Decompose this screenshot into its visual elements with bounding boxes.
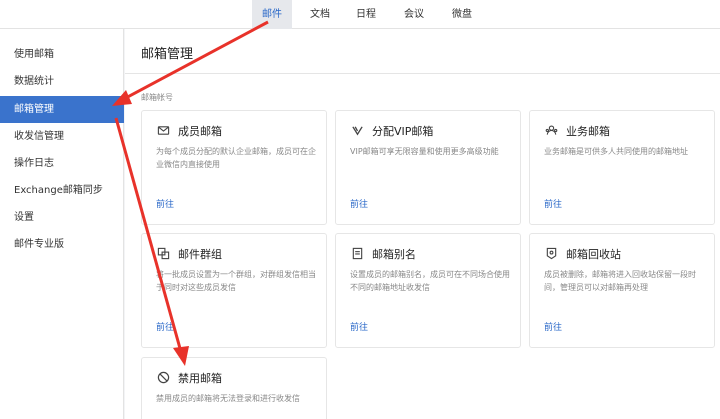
top-nav-bar: 邮件 文档 日程 会议 微盘 bbox=[0, 0, 720, 29]
vip-icon bbox=[350, 124, 364, 138]
card-desc: 为每个成员分配的默认企业邮箱，成员可在企业微信内直接使用 bbox=[156, 147, 316, 169]
sidebar-item-settings[interactable]: 设置 bbox=[0, 204, 124, 231]
card-link[interactable]: 前往 bbox=[350, 320, 368, 333]
card-mailbox-recycle-bin[interactable]: 邮箱回收站 成员被删除，邮箱将进入回收站保留一段时间，管理员可以对邮箱再处理 前… bbox=[529, 233, 715, 348]
card-link[interactable]: 前往 bbox=[156, 197, 174, 210]
tab-drive[interactable]: 微盘 bbox=[444, 0, 480, 29]
card-disable-mailbox[interactable]: 禁用邮箱 禁用成员的邮箱将无法登录和进行收发信 bbox=[141, 357, 327, 419]
sidebar: 使用邮箱 数据统计 邮箱管理 收发信管理 操作日志 Exchange邮箱同步 设… bbox=[0, 29, 124, 419]
card-title: 成员邮箱 bbox=[178, 125, 222, 138]
card-link[interactable]: 前往 bbox=[544, 320, 562, 333]
card-link[interactable]: 前往 bbox=[544, 197, 562, 210]
group-icon bbox=[544, 124, 558, 138]
divider bbox=[125, 73, 720, 74]
card-title: 邮箱回收站 bbox=[566, 248, 621, 261]
mail-group-icon bbox=[156, 247, 170, 261]
sidebar-item-statistics[interactable]: 数据统计 bbox=[0, 68, 124, 95]
card-link[interactable]: 前往 bbox=[350, 197, 368, 210]
card-desc: 业务邮箱是可供多人共同使用的邮箱地址 bbox=[544, 147, 688, 156]
card-title: 邮箱别名 bbox=[372, 248, 416, 261]
sidebar-item-operation-log[interactable]: 操作日志 bbox=[0, 150, 124, 177]
card-vip-mailbox[interactable]: 分配VIP邮箱 VIP邮箱可享无限容量和使用更多高级功能 前往 bbox=[335, 110, 521, 225]
card-title: 分配VIP邮箱 bbox=[372, 125, 434, 138]
sidebar-item-pro-edition[interactable]: 邮件专业版 bbox=[0, 231, 124, 258]
alias-icon bbox=[350, 247, 364, 261]
section-label: 邮箱帐号 bbox=[141, 93, 173, 102]
disable-icon bbox=[156, 371, 170, 385]
tab-mail[interactable]: 邮件 bbox=[252, 0, 292, 29]
envelope-icon bbox=[156, 124, 170, 138]
tab-meeting[interactable]: 会议 bbox=[396, 0, 432, 29]
card-business-mailbox[interactable]: 业务邮箱 业务邮箱是可供多人共同使用的邮箱地址 前往 bbox=[529, 110, 715, 225]
tab-docs[interactable]: 文档 bbox=[302, 0, 338, 29]
sidebar-item-use-mailbox[interactable]: 使用邮箱 bbox=[0, 41, 124, 68]
card-desc: 将一批成员设置为一个群组，对群组发信相当于同时对这些成员发信 bbox=[156, 270, 316, 292]
card-desc: 设置成员的邮箱别名，成员可在不同场合使用不同的邮箱地址收发信 bbox=[350, 270, 510, 292]
card-mail-group[interactable]: 邮件群组 将一批成员设置为一个群组，对群组发信相当于同时对这些成员发信 前往 bbox=[141, 233, 327, 348]
card-title: 业务邮箱 bbox=[566, 125, 610, 138]
sidebar-item-mailbox-management[interactable]: 邮箱管理 bbox=[0, 96, 124, 123]
card-desc: VIP邮箱可享无限容量和使用更多高级功能 bbox=[350, 147, 499, 156]
card-member-mailbox[interactable]: 成员邮箱 为每个成员分配的默认企业邮箱，成员可在企业微信内直接使用 前往 bbox=[141, 110, 327, 225]
card-desc: 成员被删除，邮箱将进入回收站保留一段时间，管理员可以对邮箱再处理 bbox=[544, 270, 696, 292]
tab-calendar[interactable]: 日程 bbox=[348, 0, 384, 29]
recycle-bin-icon bbox=[544, 247, 558, 261]
page-title: 邮箱管理 bbox=[141, 47, 194, 62]
card-link[interactable]: 前往 bbox=[156, 320, 174, 333]
main-content: 邮箱管理 邮箱帐号 成员邮箱 为每个成员分配的默认企业邮箱，成员可在企业微信内直… bbox=[125, 29, 720, 419]
card-title: 邮件群组 bbox=[178, 248, 222, 261]
card-mailbox-alias[interactable]: 邮箱别名 设置成员的邮箱别名，成员可在不同场合使用不同的邮箱地址收发信 前往 bbox=[335, 233, 521, 348]
sidebar-item-send-receive[interactable]: 收发信管理 bbox=[0, 123, 124, 150]
sidebar-item-exchange-sync[interactable]: Exchange邮箱同步 bbox=[0, 177, 124, 204]
card-title: 禁用邮箱 bbox=[178, 372, 222, 385]
card-desc: 禁用成员的邮箱将无法登录和进行收发信 bbox=[156, 394, 300, 403]
